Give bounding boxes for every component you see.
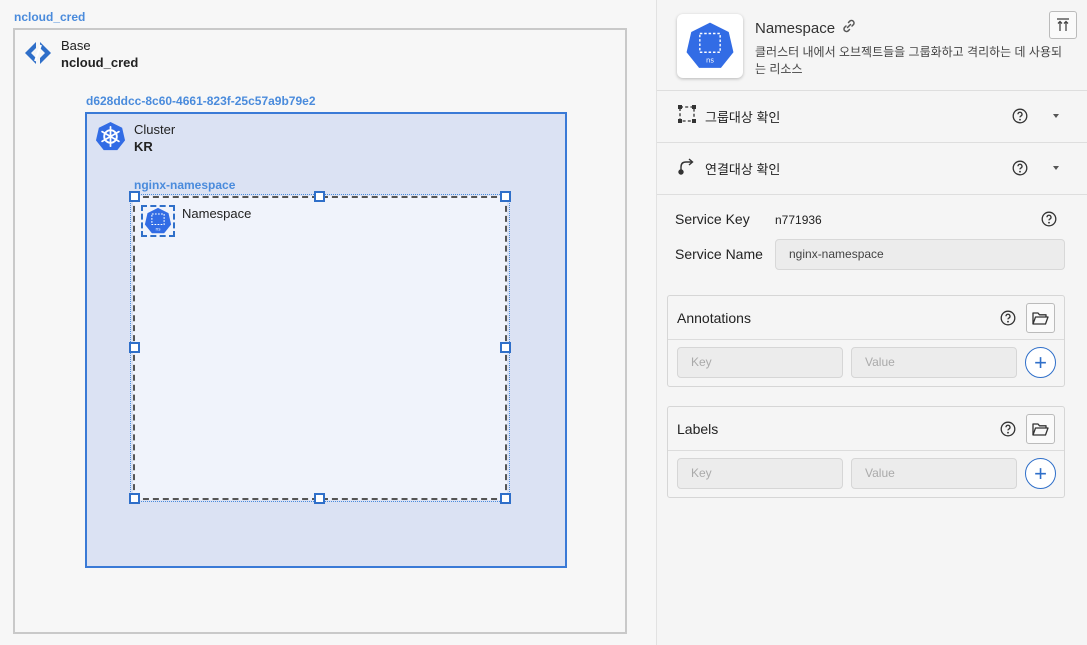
help-icon[interactable] xyxy=(1012,108,1028,129)
group-select-icon xyxy=(677,104,697,129)
help-icon[interactable] xyxy=(1000,310,1016,331)
annotations-title: Annotations xyxy=(677,309,751,326)
kubernetes-helm-icon xyxy=(95,121,126,157)
resize-handle-top[interactable] xyxy=(314,191,325,202)
resize-handle-bottom[interactable] xyxy=(314,493,325,504)
panel-header: ns Namespace 클러스터 내에서 오브젝트들을 그룹화하고 격리하는 … xyxy=(657,0,1087,91)
namespace-frame-label[interactable]: nginx-namespace xyxy=(134,178,235,192)
namespace-icon: ns xyxy=(686,22,734,68)
label-key-input[interactable]: Key xyxy=(677,458,843,489)
connection-targets-accordion[interactable]: 연결대상 확인 xyxy=(657,143,1087,195)
diagram-canvas[interactable]: ncloud_cred Base ncloud_cred d628ddcc-8c… xyxy=(0,0,656,645)
service-name-input[interactable]: nginx-namespace xyxy=(775,239,1065,270)
resize-handle-left[interactable] xyxy=(129,342,140,353)
panel-title: Namespace xyxy=(755,20,836,37)
connection-arrow-icon xyxy=(677,156,697,181)
annotations-row: Key Value + xyxy=(668,340,1064,386)
panel-icon-text: ns xyxy=(706,55,714,64)
labels-section: Labels Key Value + xyxy=(667,406,1065,498)
annotation-key-input[interactable]: Key xyxy=(677,347,843,378)
base-frame-label[interactable]: ncloud_cred xyxy=(14,10,85,24)
help-icon[interactable] xyxy=(1041,211,1057,232)
annotation-value-input[interactable]: Value xyxy=(851,347,1017,378)
help-icon[interactable] xyxy=(1000,421,1016,442)
scroll-to-top-button[interactable] xyxy=(1049,11,1077,39)
labels-header: Labels xyxy=(668,407,1064,451)
annotations-header: Annotations xyxy=(668,296,1064,340)
namespace-node-title: Namespace xyxy=(182,206,252,221)
panel-resource-icon-card: ns xyxy=(677,14,743,78)
annotations-import-button[interactable] xyxy=(1026,303,1055,333)
chevron-down-icon[interactable] xyxy=(1053,166,1059,170)
service-key-value: n771936 xyxy=(775,213,822,227)
labels-import-button[interactable] xyxy=(1026,414,1055,444)
code-brackets-icon xyxy=(23,40,53,71)
service-key-label: Service Key xyxy=(675,211,750,227)
plus-icon: + xyxy=(1034,349,1047,375)
resize-handle-bottom-left[interactable] xyxy=(129,493,140,504)
add-label-button[interactable]: + xyxy=(1025,458,1056,489)
panel-title-row: Namespace xyxy=(755,18,857,39)
folder-open-icon xyxy=(1032,311,1049,325)
plus-icon: + xyxy=(1034,460,1047,486)
base-node-name: ncloud_cred xyxy=(61,55,139,70)
cluster-frame-label[interactable]: d628ddcc-8c60-4661-823f-25c57a9b79e2 xyxy=(86,94,316,108)
arrow-to-top-icon xyxy=(1057,18,1069,31)
group-targets-label: 그룹대상 확인 xyxy=(705,110,781,125)
add-annotation-button[interactable]: + xyxy=(1025,347,1056,378)
resize-handle-top-left[interactable] xyxy=(129,191,140,202)
connection-targets-label: 연결대상 확인 xyxy=(705,162,781,177)
cluster-node[interactable]: Cluster KR xyxy=(95,121,175,157)
namespace-node-icon-frame[interactable]: ns xyxy=(141,205,175,237)
panel-description: 클러스터 내에서 오브젝트들을 그룹화하고 격리하는 데 사용되는 리소스 xyxy=(755,45,1063,76)
base-node[interactable]: Base ncloud_cred xyxy=(23,37,138,71)
labels-row: Key Value + xyxy=(668,451,1064,497)
namespace-frame[interactable] xyxy=(133,196,507,500)
group-targets-accordion[interactable]: 그룹대상 확인 xyxy=(657,91,1087,143)
labels-title: Labels xyxy=(677,420,719,437)
namespace-icon-text: ns xyxy=(155,228,161,233)
annotations-section: Annotations Key Value + xyxy=(667,295,1065,387)
resize-handle-bottom-right[interactable] xyxy=(500,493,511,504)
resize-handle-top-right[interactable] xyxy=(500,191,511,202)
link-icon[interactable] xyxy=(841,18,857,39)
help-icon[interactable] xyxy=(1012,160,1028,181)
namespace-icon: ns xyxy=(144,207,172,234)
label-value-input[interactable]: Value xyxy=(851,458,1017,489)
service-name-label: Service Name xyxy=(675,246,763,262)
base-node-title: Base xyxy=(61,38,91,53)
cluster-node-name: KR xyxy=(134,139,153,154)
properties-panel: ns Namespace 클러스터 내에서 오브젝트들을 그룹화하고 격리하는 … xyxy=(656,0,1087,645)
chevron-down-icon[interactable] xyxy=(1053,114,1059,118)
resize-handle-right[interactable] xyxy=(500,342,511,353)
cluster-node-title: Cluster xyxy=(134,122,176,137)
folder-open-icon xyxy=(1032,422,1049,436)
